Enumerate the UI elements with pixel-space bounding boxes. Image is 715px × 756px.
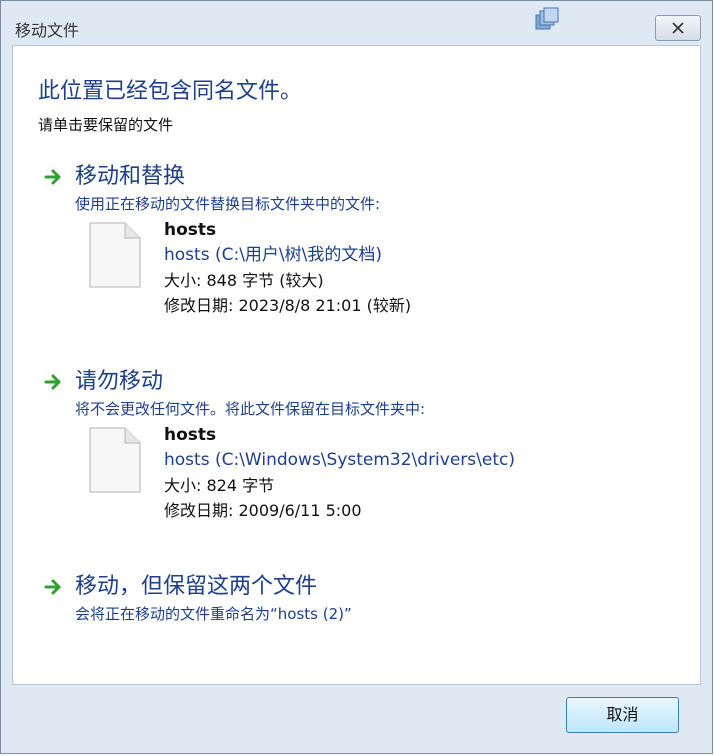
cancel-button[interactable]: 取消 xyxy=(566,697,679,733)
option-title: 请勿移动 xyxy=(75,369,164,394)
file-modified: 修改日期: 2023/8/8 21:01 (较新) xyxy=(164,296,412,315)
copy-windows-icon xyxy=(535,7,559,30)
option-title: 移动，但保留这两个文件 xyxy=(75,574,318,599)
dialog-heading: 此位置已经包含同名文件。 xyxy=(38,79,303,104)
file-info: hosts hosts (C:\用户\树\我的文档) 大小: 848 字节 (较… xyxy=(164,218,411,318)
file-name: hosts xyxy=(164,425,217,445)
file-path: hosts (C:\Windows\System32\drivers\etc) xyxy=(164,450,515,470)
file-path: hosts (C:\用户\树\我的文档) xyxy=(164,245,383,265)
option-description: 使用正在移动的文件替换目标文件夹中的文件: xyxy=(75,195,381,213)
dialog-content: 此位置已经包含同名文件。 请单击要保留的文件 移动和替换 使用正在移动的文件替换… xyxy=(12,45,701,685)
file-info: hosts hosts (C:\Windows\System32\drivers… xyxy=(164,423,515,523)
title-bar[interactable]: 移动文件 xyxy=(1,1,712,49)
option-move-and-replace[interactable]: 移动和替换 使用正在移动的文件替换目标文件夹中的文件: hosts hosts … xyxy=(43,158,663,328)
file-modified: 修改日期: 2009/6/11 5:00 xyxy=(164,501,362,520)
close-icon xyxy=(672,22,684,34)
option-move-keep-both[interactable]: 移动，但保留这两个文件 会将正在移动的文件重命名为“hosts (2)” xyxy=(43,568,663,628)
dialog-subheading: 请单击要保留的文件 xyxy=(38,116,174,134)
move-file-dialog: 移动文件 此位置已经包含同名文件。 请单击要保留的文件 移动和替换 使用正在移动… xyxy=(0,0,713,754)
file-name: hosts xyxy=(164,220,217,240)
document-icon xyxy=(89,427,141,493)
document-icon xyxy=(89,222,141,288)
green-arrow-icon xyxy=(44,374,61,390)
option-title: 移动和替换 xyxy=(75,164,186,189)
option-description: 会将正在移动的文件重命名为“hosts (2)” xyxy=(75,605,352,623)
close-button[interactable] xyxy=(655,15,701,41)
option-description: 将不会更改任何文件。将此文件保留在目标文件夹中: xyxy=(75,400,426,418)
file-size: 大小: 848 字节 (较大) xyxy=(164,271,324,290)
window-title: 移动文件 xyxy=(15,21,80,40)
green-arrow-icon xyxy=(44,579,61,595)
option-do-not-move[interactable]: 请勿移动 将不会更改任何文件。将此文件保留在目标文件夹中: hosts host… xyxy=(43,363,663,533)
green-arrow-icon xyxy=(44,169,61,185)
file-size: 大小: 824 字节 xyxy=(164,476,275,495)
